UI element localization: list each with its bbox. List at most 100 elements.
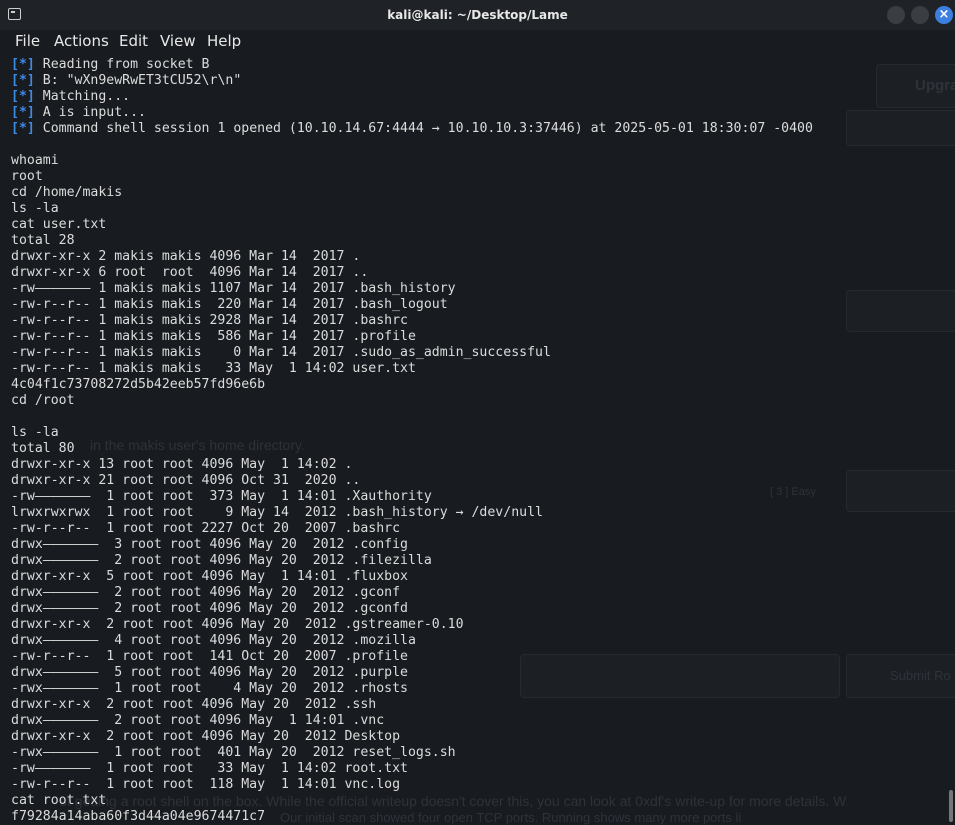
terminal-line: 4c04f1c73708272d5b42eeb57fd96e6b — [11, 377, 941, 393]
terminal-line: drwx——————— 2 root root 4096 May 20 2012… — [11, 585, 941, 601]
terminal-line-text: total 28 — [11, 233, 75, 248]
terminal-line-text: -rw——————— 1 root root 33 May 1 14:02 ro… — [11, 761, 408, 776]
terminal-line: [*] B: "wXn9ewRwET3tCU52\r\n" — [11, 73, 941, 89]
menu-bar: File Actions Edit View Help — [0, 30, 955, 52]
terminal-line: drwx——————— 2 root root 4096 May 20 2012… — [11, 601, 941, 617]
terminal-output[interactable]: [*] Reading from socket B [*] B: "wXn9ewR… — [11, 57, 941, 825]
terminal-line: cat user.txt — [11, 217, 941, 233]
terminal-line-text: ls -la — [11, 425, 59, 440]
terminal-line-text: cd /home/makis — [11, 185, 123, 200]
terminal-line-text: cat root.txt — [11, 793, 107, 808]
close-button[interactable]: × — [935, 6, 953, 24]
terminal-line: -rw-r--r-- 1 root root 141 Oct 20 2007 .… — [11, 649, 941, 665]
terminal-line-text: -rwx——————— 1 root root 4 May 20 2012 .r… — [11, 681, 408, 696]
terminal-line-text: -rw——————— 1 makis makis 1107 Mar 14 201… — [11, 281, 456, 296]
terminal-line-text: A is input... — [34, 105, 146, 120]
terminal-line: f79284a14aba60f3d44a04e9674471c7 — [11, 809, 941, 825]
terminal-line-text: drwx——————— 2 root root 4096 May 20 2012… — [11, 601, 408, 616]
terminal-line: ls -la — [11, 201, 941, 217]
menu-view[interactable]: View — [160, 32, 196, 50]
terminal-line-text: 4c04f1c73708272d5b42eeb57fd96e6b — [11, 377, 266, 392]
terminal-line-text: drwx——————— 2 root root 4096 May 20 2012… — [11, 585, 401, 600]
terminal-line-text: Command shell session 1 opened (10.10.14… — [34, 121, 813, 136]
terminal-line: cat root.txt — [11, 793, 941, 809]
terminal-line: [*] Reading from socket B — [11, 57, 941, 73]
menu-help[interactable]: Help — [207, 32, 241, 50]
terminal-line: drwxr-xr-x 2 root root 4096 May 20 2012 … — [11, 617, 941, 633]
minimize-button[interactable] — [887, 6, 905, 24]
status-marker: [*] — [11, 73, 35, 88]
terminal-line: -rw——————— 1 root root 33 May 1 14:02 ro… — [11, 761, 941, 777]
terminal-line-text: drwxr-xr-x 5 root root 4096 May 1 14:01 … — [11, 569, 408, 584]
window-title: kali@kali: ~/Desktop/Lame — [387, 8, 568, 22]
terminal-line-text: drwx——————— 2 root root 4096 May 20 2012… — [11, 553, 432, 568]
terminal-line-text: f79284a14aba60f3d44a04e9674471c7 — [11, 809, 266, 824]
terminal-line-text: cd /root — [11, 393, 75, 408]
terminal-line: [*] A is input... — [11, 105, 941, 121]
terminal-line-text: root — [11, 169, 43, 184]
terminal-line: drwx——————— 2 root root 4096 May 1 14:01… — [11, 713, 941, 729]
terminal-line: -rw-r--r-- 1 makis makis 33 May 1 14:02 … — [11, 361, 941, 377]
terminal-line: drwx——————— 3 root root 4096 May 20 2012… — [11, 537, 941, 553]
menu-actions[interactable]: Actions — [54, 32, 109, 50]
terminal-line: -rw——————— 1 root root 373 May 1 14:01 .… — [11, 489, 941, 505]
terminal-line-text: -rw-r--r-- 1 makis makis 220 Mar 14 2017… — [11, 297, 448, 312]
terminal-line-text: -rw-r--r-- 1 root root 2227 Oct 20 2007 … — [11, 521, 401, 536]
terminal-line: [*] Matching... — [11, 89, 941, 105]
terminal-line-text: drwx——————— 2 root root 4096 May 1 14:01… — [11, 713, 385, 728]
terminal-line-text: drwx——————— 5 root root 4096 May 20 2012… — [11, 665, 408, 680]
menu-file[interactable]: File — [15, 32, 40, 50]
terminal-line: drwx——————— 4 root root 4096 May 20 2012… — [11, 633, 941, 649]
window-titlebar: kali@kali: ~/Desktop/Lame × — [0, 0, 955, 30]
terminal-line: whoami — [11, 153, 941, 169]
terminal-line: drwxr-xr-x 6 root root 4096 Mar 14 2017 … — [11, 265, 941, 281]
terminal-line: [*] Command shell session 1 opened (10.1… — [11, 121, 941, 137]
terminal-line-text: drwx——————— 4 root root 4096 May 20 2012… — [11, 633, 416, 648]
maximize-button[interactable] — [911, 6, 929, 24]
terminal-line-text: -rw-r--r-- 1 root root 141 Oct 20 2007 .… — [11, 649, 408, 664]
terminal-line: -rwx——————— 1 root root 401 May 20 2012 … — [11, 745, 941, 761]
terminal-line-text: -rw-r--r-- 1 makis makis 0 Mar 14 2017 .… — [11, 345, 551, 360]
terminal-line: -rw——————— 1 makis makis 1107 Mar 14 201… — [11, 281, 941, 297]
terminal-line: ls -la — [11, 425, 941, 441]
terminal-line: -rw-r--r-- 1 makis makis 0 Mar 14 2017 .… — [11, 345, 941, 361]
terminal-line: cd /home/makis — [11, 185, 941, 201]
terminal-line: -rw-r--r-- 1 makis makis 586 Mar 14 2017… — [11, 329, 941, 345]
status-marker: [*] — [11, 57, 35, 72]
terminal-line-text: Reading from socket B — [34, 57, 210, 72]
menu-edit[interactable]: Edit — [119, 32, 148, 50]
terminal-line: -rw-r--r-- 1 root root 2227 Oct 20 2007 … — [11, 521, 941, 537]
terminal-line-text: drwxr-xr-x 6 root root 4096 Mar 14 2017 … — [11, 265, 369, 280]
terminal-line-text: drwx——————— 3 root root 4096 May 20 2012… — [11, 537, 408, 552]
terminal-line: total 80 — [11, 441, 941, 457]
status-marker: [*] — [11, 121, 35, 136]
status-marker: [*] — [11, 105, 35, 120]
terminal-line-text: -rwx——————— 1 root root 401 May 20 2012 … — [11, 745, 456, 760]
terminal-line-text: drwxr-xr-x 13 root root 4096 May 1 14:02… — [11, 457, 353, 472]
terminal-line-text: B: "wXn9ewRwET3tCU52\r\n" — [34, 73, 242, 88]
terminal-line-text: drwxr-xr-x 21 root root 4096 Oct 31 2020… — [11, 473, 361, 488]
terminal-line-text: -rw-r--r-- 1 makis makis 2928 Mar 14 201… — [11, 313, 408, 328]
terminal-line-text: cat user.txt — [11, 217, 107, 232]
terminal-line: -rwx——————— 1 root root 4 May 20 2012 .r… — [11, 681, 941, 697]
terminal-line-text: ls -la — [11, 201, 59, 216]
terminal-line: cd /root — [11, 393, 941, 409]
terminal-line-text: -rw-r--r-- 1 makis makis 586 Mar 14 2017… — [11, 329, 416, 344]
terminal-line-text: -rw——————— 1 root root 373 May 1 14:01 .… — [11, 489, 432, 504]
terminal-line-text: lrwxrwxrwx 1 root root 9 May 14 2012 .ba… — [11, 505, 543, 520]
terminal-line: -rw-r--r-- 1 root root 118 May 1 14:01 v… — [11, 777, 941, 793]
status-marker: [*] — [11, 89, 35, 104]
terminal-line: drwxr-xr-x 2 makis makis 4096 Mar 14 201… — [11, 249, 941, 265]
terminal-line: drwx——————— 5 root root 4096 May 20 2012… — [11, 665, 941, 681]
terminal-line-text: whoami — [11, 153, 59, 168]
terminal-line: drwxr-xr-x 5 root root 4096 May 1 14:01 … — [11, 569, 941, 585]
terminal-line: total 28 — [11, 233, 941, 249]
terminal-scrollbar[interactable] — [949, 790, 953, 822]
terminal-line-text: drwxr-xr-x 2 root root 4096 May 20 2012 … — [11, 697, 377, 712]
terminal-line-text: drwxr-xr-x 2 root root 4096 May 20 2012 … — [11, 729, 401, 744]
terminal-line: root — [11, 169, 941, 185]
terminal-line: drwxr-xr-x 2 root root 4096 May 20 2012 … — [11, 729, 941, 745]
terminal-line: -rw-r--r-- 1 makis makis 2928 Mar 14 201… — [11, 313, 941, 329]
